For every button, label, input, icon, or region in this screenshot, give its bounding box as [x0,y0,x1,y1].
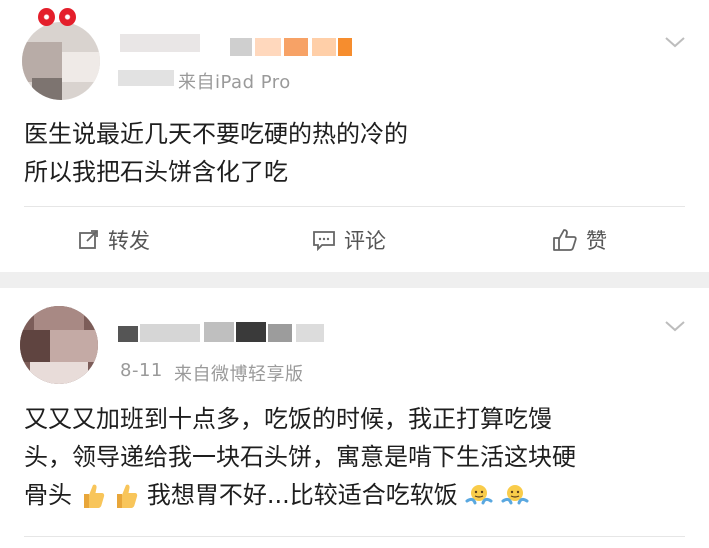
avatar[interactable] [22,22,100,100]
bow-ornament-icon [38,8,76,28]
post-text-line: 医生说最近几天不要吃硬的热的冷的 [24,120,408,148]
timestamp-blurred [118,70,174,86]
avatar[interactable] [20,306,98,384]
chevron-down-icon[interactable] [664,320,686,332]
weibo-feed: 来自iPad Pro 医生说最近几天不要吃硬的热的冷的 所以我把石头饼含化了吃 … [0,0,709,548]
divider [24,536,685,537]
comment-label: 评论 [344,229,386,253]
post-text-line: 头，领导递给我一块石头饼，寓意是啃下生活这块硬 [24,443,576,471]
shrug-emoji-icon [501,485,529,505]
thumbs-up-emoji-icon [117,484,138,508]
comment-button[interactable]: 评论 [312,212,386,268]
post-text-line: 又又又加班到十点多，吃饭的时候，我正打算吃馒 [24,405,552,433]
post-text-segment: 我想胃不好...比较适合吃软饭 [146,481,458,509]
shrug-emoji-icon [465,485,493,505]
like-label: 赞 [586,229,607,253]
post-text-segment: 骨头 [24,481,72,509]
post-source: 来自微博轻享版 [174,364,304,385]
post-card: 来自iPad Pro 医生说最近几天不要吃硬的热的冷的 所以我把石头饼含化了吃 … [0,0,709,272]
post-text-line: 所以我把石头饼含化了吃 [24,158,288,186]
post-text: 又又又加班到十点多，吃饭的时候，我正打算吃馒 头，领导递给我一块石头饼，寓意是啃… [24,400,576,514]
divider [24,206,685,207]
thumbs-up-emoji-icon [83,484,104,508]
action-bar: 转发 评论 赞 [0,212,709,268]
comment-icon [313,231,335,251]
repost-label: 转发 [108,229,150,253]
chevron-down-icon[interactable] [664,36,686,48]
post-source: 来自iPad Pro [178,72,291,93]
thumbs-up-icon [553,229,577,251]
post-date: 8-11 [120,360,163,381]
post-text-line: 骨头 我想胃不好...比较适合吃软饭 [24,476,576,514]
post-text: 医生说最近几天不要吃硬的热的冷的 所以我把石头饼含化了吃 [24,115,408,191]
feed-separator [0,272,709,288]
repost-button[interactable]: 转发 [78,212,150,268]
like-button[interactable]: 赞 [552,212,607,268]
repost-icon [79,230,98,249]
